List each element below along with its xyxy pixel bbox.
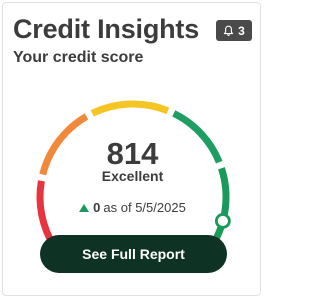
credit-score-value: 814 xyxy=(106,136,159,171)
see-full-report-button[interactable]: See Full Report xyxy=(40,235,227,273)
score-change: 0 as of 5/5/2025 xyxy=(0,200,265,216)
notifications-button[interactable]: 3 xyxy=(216,20,252,41)
triangle-up-icon xyxy=(79,204,90,212)
score-change-date: as of 5/5/2025 xyxy=(103,200,186,215)
bell-icon xyxy=(223,25,234,37)
score-change-value: 0 xyxy=(93,200,101,215)
notifications-count: 3 xyxy=(238,23,245,38)
card-title: Credit Insights xyxy=(13,14,200,44)
credit-score-rating: Excellent xyxy=(101,168,164,184)
card-subtitle: Your credit score xyxy=(13,49,144,66)
